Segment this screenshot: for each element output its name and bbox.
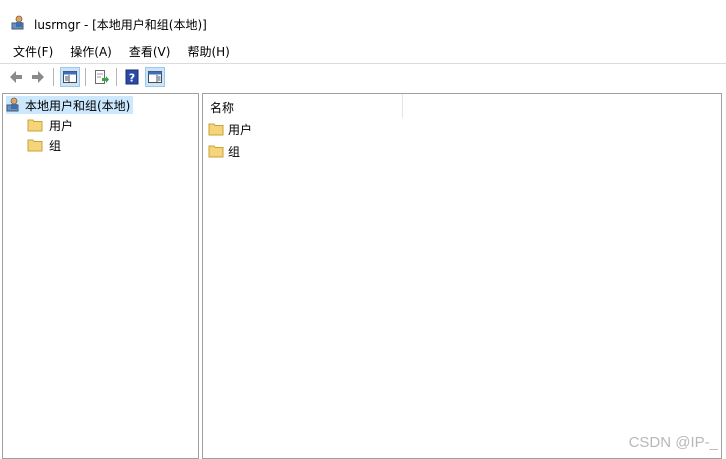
- export-list-icon: [93, 69, 109, 85]
- menu-action[interactable]: 操作(A): [64, 42, 118, 62]
- window-title: lusrmgr - [本地用户和组(本地)]: [34, 18, 207, 32]
- folder-icon: [27, 138, 43, 152]
- tree-item-users[interactable]: 用户: [27, 116, 73, 134]
- menu-help[interactable]: 帮助(H): [181, 42, 235, 62]
- svg-text:?: ?: [129, 72, 135, 85]
- tree-root-node[interactable]: 本地用户和组(本地): [6, 96, 134, 114]
- menu-file[interactable]: 文件(F): [7, 42, 59, 62]
- toolbar: ?: [0, 63, 726, 90]
- show-action-pane-button[interactable]: [145, 67, 165, 87]
- tree-root-label: 本地用户和组(本地): [25, 98, 131, 113]
- users-computer-icon: [11, 15, 27, 31]
- list-item-label: 用户: [228, 122, 253, 137]
- show-console-tree-icon: [62, 69, 78, 85]
- toolbar-separator: [116, 68, 117, 86]
- folder-icon: [208, 122, 224, 136]
- help-button[interactable]: ?: [122, 67, 142, 87]
- results-pane: 名称 用户 组: [202, 93, 722, 459]
- list-item-label: 组: [228, 144, 241, 159]
- export-list-button[interactable]: [91, 67, 111, 87]
- tree-item-groups[interactable]: 组: [27, 136, 61, 154]
- show-console-tree-button[interactable]: [60, 67, 80, 87]
- column-header-name[interactable]: 名称: [203, 94, 403, 118]
- back-arrow-icon: [8, 69, 24, 85]
- forward-arrow-icon: [30, 69, 46, 85]
- show-action-pane-icon: [147, 69, 163, 85]
- tree-item-label: 组: [49, 138, 62, 153]
- tree-item-label: 用户: [49, 118, 74, 133]
- help-icon: ?: [124, 69, 140, 85]
- folder-icon: [27, 118, 43, 132]
- list-item-groups[interactable]: 组: [208, 142, 240, 160]
- title-bar: lusrmgr - [本地用户和组(本地)]: [0, 0, 726, 42]
- forward-button[interactable]: [28, 67, 48, 87]
- menu-view[interactable]: 查看(V): [123, 42, 177, 62]
- toolbar-separator: [53, 68, 54, 86]
- local-users-groups-icon: [6, 97, 22, 113]
- list-item-users[interactable]: 用户: [208, 120, 252, 138]
- watermark-text: CSDN @IP-_: [628, 434, 718, 451]
- menu-bar: 文件(F) 操作(A) 查看(V) 帮助(H): [0, 42, 726, 62]
- console-tree-pane: 本地用户和组(本地) 用户 组: [2, 93, 199, 459]
- toolbar-separator: [85, 68, 86, 86]
- column-header-label: 名称: [210, 101, 235, 115]
- folder-icon: [208, 144, 224, 158]
- back-button[interactable]: [6, 67, 26, 87]
